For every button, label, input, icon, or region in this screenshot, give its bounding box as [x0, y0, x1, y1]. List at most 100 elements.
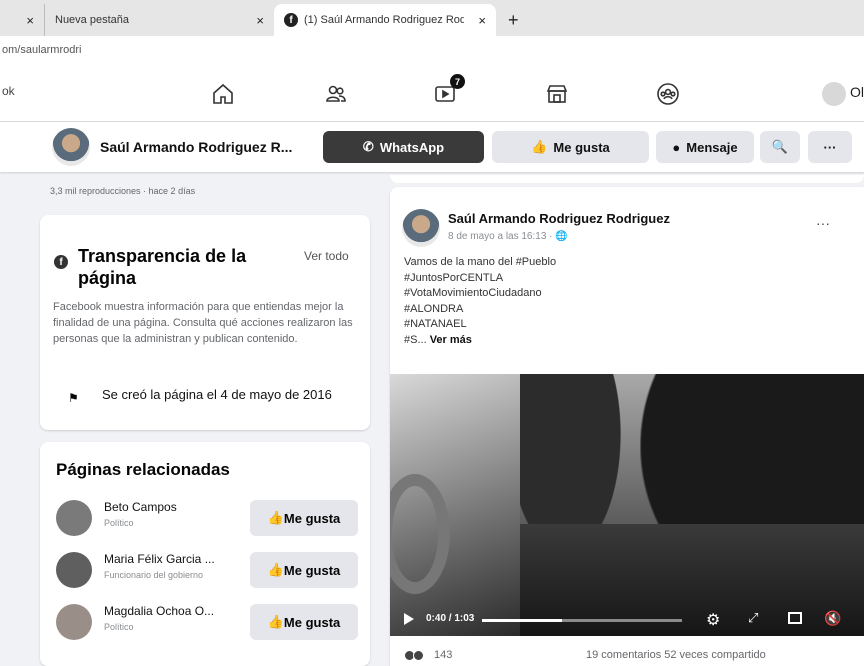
see-all-link[interactable]: Ver todo: [304, 249, 349, 263]
thumbs-up-icon: 👍: [267, 562, 284, 577]
thumbs-up-icon: 👍: [267, 510, 284, 525]
related-page-item[interactable]: Magdalia Ochoa O... Político 👍 Me gusta: [56, 602, 366, 642]
related-page-avatar[interactable]: [56, 604, 92, 640]
like-label: Me gusta: [283, 510, 341, 526]
whatsapp-label: WhatsApp: [379, 139, 445, 155]
video-progress-bar[interactable]: [482, 619, 682, 622]
address-bar[interactable]: om/saularmrodri: [0, 36, 864, 64]
search-icon: 🔍: [771, 139, 789, 154]
reactions-summary[interactable]: 143: [404, 649, 452, 661]
post-text-line-truncated: #S... Ver más: [404, 333, 804, 349]
post-text-prefix: #S...: [404, 333, 430, 346]
friends-icon[interactable]: [322, 80, 350, 108]
like-related-button[interactable]: 👍 Me gusta: [250, 552, 358, 588]
related-page-name[interactable]: Magdalia Ochoa O...: [104, 604, 214, 618]
tab-previous[interactable]: ×: [0, 4, 44, 36]
related-page-category: Político: [104, 518, 134, 528]
marketplace-icon[interactable]: [543, 80, 571, 108]
message-label: Mensaje: [686, 139, 738, 155]
whatsapp-icon: ✆: [362, 139, 374, 154]
more-options-button[interactable]: ···: [808, 131, 852, 163]
post-text-line: Vamos de la mano del #Pueblo: [404, 256, 557, 268]
tab-facebook[interactable]: f (1) Saúl Armando Rodriguez Rod ×: [274, 4, 496, 36]
profile-avatar[interactable]: [822, 82, 846, 106]
tab-label: (1) Saúl Armando Rodriguez Rod: [304, 14, 464, 26]
home-icon[interactable]: [209, 80, 237, 108]
settings-gear-icon[interactable]: ⚙: [706, 610, 720, 630]
facebook-icon: f: [284, 13, 298, 27]
search-button[interactable]: 🔍: [760, 131, 800, 163]
post-text-line: #NATANAEL: [404, 318, 467, 330]
page-name[interactable]: Saúl Armando Rodriguez R...: [100, 139, 292, 155]
browser-tab-bar: × Nueva pestaña × f (1) Saúl Armando Rod…: [0, 0, 864, 36]
whatsapp-button[interactable]: ✆ WhatsApp: [323, 131, 484, 163]
watch-icon[interactable]: 7: [431, 74, 465, 108]
new-tab-button[interactable]: +: [496, 4, 531, 36]
video-time: 0:40 / 1:03: [426, 613, 475, 624]
page-transparency-card: f Transparencia de la página Ver todo Fa…: [40, 215, 370, 430]
post-video[interactable]: 0:40 / 1:03 ⚙ ⤢ 🔇: [390, 374, 864, 636]
tab-close-icon[interactable]: ×: [256, 13, 264, 28]
picture-in-picture-icon[interactable]: [788, 612, 802, 624]
like-related-button[interactable]: 👍 Me gusta: [250, 604, 358, 640]
more-icon: ···: [823, 139, 837, 155]
related-page-category: Funcionario del gobierno: [104, 570, 204, 580]
messenger-icon: ●: [672, 139, 681, 155]
related-page-item[interactable]: Beto Campos Político 👍 Me gusta: [56, 498, 366, 538]
related-pages-title: Páginas relacionadas: [56, 460, 230, 479]
thumbs-up-icon: 👍: [531, 139, 548, 154]
like-label: Me gusta: [283, 614, 341, 630]
tab-label: Nueva pestaña: [55, 14, 129, 26]
brand-text: ok: [2, 84, 15, 98]
page-avatar[interactable]: [52, 128, 90, 166]
post-author-avatar[interactable]: [402, 209, 440, 247]
video-progress-fill: [482, 619, 562, 622]
play-icon[interactable]: [404, 613, 414, 625]
volume-icon[interactable]: 🔇: [824, 610, 841, 627]
video-meta: 3,3 mil reproducciones · hace 2 días: [50, 186, 196, 196]
thumbs-up-icon: 👍: [267, 614, 284, 629]
page-created-date: Se creó la página el 4 de mayo de 2016: [102, 387, 332, 402]
flag-icon: ⚑: [68, 391, 79, 405]
tab-close-icon[interactable]: ×: [478, 13, 486, 28]
profile-name[interactable]: Ol: [850, 84, 864, 100]
post-author-name[interactable]: Saúl Armando Rodriguez Rodriguez: [448, 211, 670, 226]
globe-icon: 🌐: [555, 231, 568, 242]
previous-post-edge: [390, 175, 864, 183]
like-related-button[interactable]: 👍 Me gusta: [250, 500, 358, 536]
related-page-name[interactable]: Beto Campos: [104, 500, 177, 514]
reaction-icons: [404, 649, 426, 661]
video-controls: 0:40 / 1:03 ⚙ ⤢ 🔇: [390, 604, 864, 636]
like-label: Me gusta: [283, 562, 341, 578]
groups-icon[interactable]: [654, 80, 682, 108]
fullscreen-icon[interactable]: ⤢: [748, 610, 758, 626]
transparency-description: Facebook muestra información para que en…: [53, 301, 353, 345]
page-header: Saúl Armando Rodriguez R... ✆ WhatsApp 👍…: [0, 122, 864, 172]
facebook-top-nav: ok 7 Ol: [0, 64, 864, 122]
tab-close-icon[interactable]: ×: [26, 13, 34, 28]
like-page-button[interactable]: 👍 Me gusta: [492, 131, 649, 163]
post-date-line: 8 de mayo a las 16:13 · 🌐: [448, 231, 568, 242]
comments-shares-count[interactable]: 19 comentarios 52 veces compartido: [586, 649, 766, 661]
post-text: Vamos de la mano del #Pueblo #JuntosPorC…: [404, 255, 804, 348]
related-pages-card: Páginas relacionadas Beto Campos Polític…: [40, 442, 370, 666]
post-text-line: #VotaMovimientoCiudadano: [404, 287, 542, 299]
related-page-avatar[interactable]: [56, 552, 92, 588]
related-page-category: Político: [104, 622, 134, 632]
post-text-line: #ALONDRA: [404, 302, 464, 315]
post-date[interactable]: 8 de mayo a las 16:13 ·: [448, 231, 555, 242]
post-options-icon[interactable]: ···: [816, 215, 830, 231]
message-button[interactable]: ● Mensaje: [656, 131, 754, 163]
post-card: Saúl Armando Rodriguez Rodriguez 8 de ma…: [390, 187, 864, 666]
like-label: Me gusta: [553, 139, 610, 155]
related-page-name[interactable]: Maria Félix Garcia ...: [104, 552, 215, 566]
url-text: om/saularmrodri: [2, 44, 82, 56]
info-icon: f: [54, 255, 68, 269]
related-page-avatar[interactable]: [56, 500, 92, 536]
tab-new-tab[interactable]: Nueva pestaña ×: [44, 4, 274, 36]
notification-badge: 7: [450, 74, 465, 89]
related-page-item[interactable]: Maria Félix Garcia ... Funcionario del g…: [56, 550, 366, 590]
post-text-line: #JuntosPorCENTLA: [404, 271, 504, 284]
reaction-count: 143: [434, 649, 453, 661]
see-more-link[interactable]: Ver más: [430, 334, 472, 346]
